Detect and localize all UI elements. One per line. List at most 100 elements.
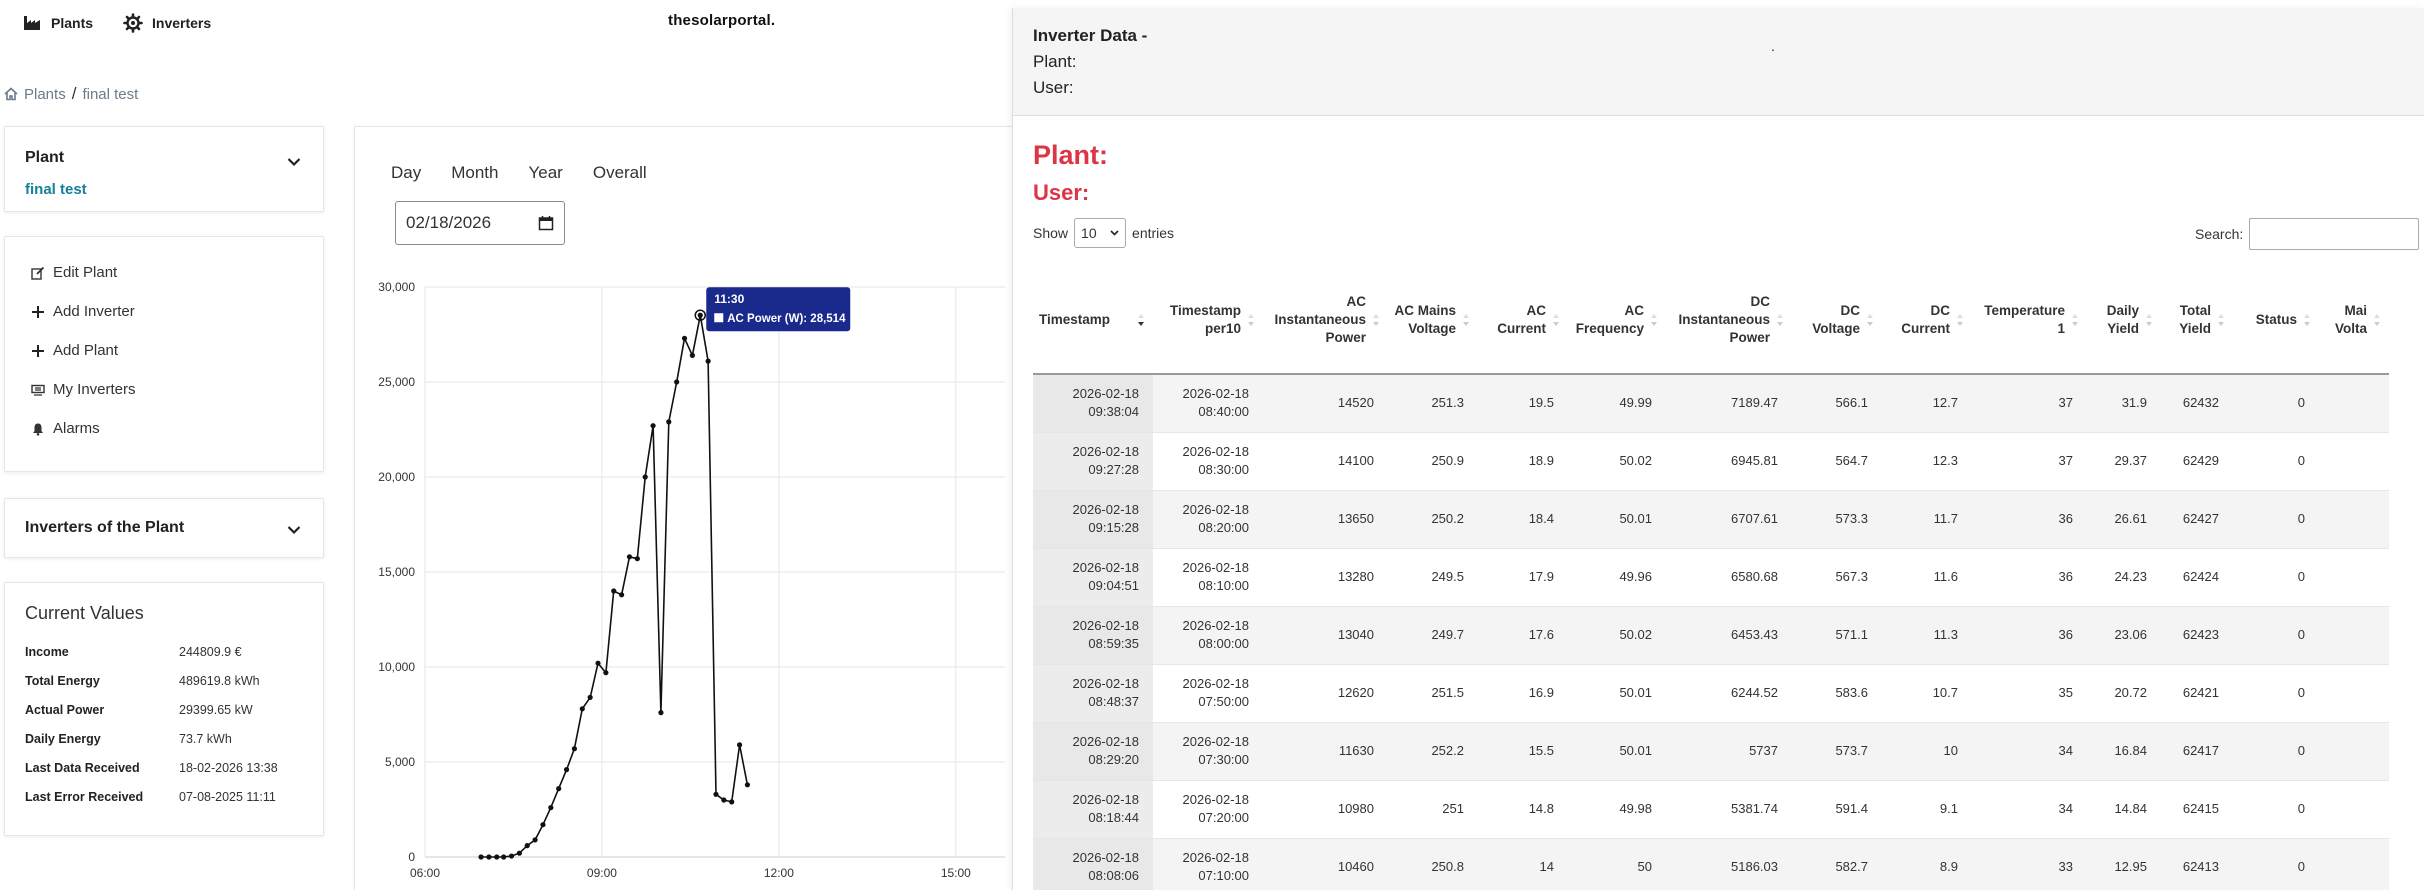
- table-cell: 18.4: [1478, 489, 1568, 548]
- data-point[interactable]: [587, 694, 593, 700]
- table-row[interactable]: 2026-02-18 08:08:06 2026-02-18 07:10:00 10…: [1033, 837, 2389, 890]
- add-plant-link[interactable]: Add Plant: [31, 342, 118, 359]
- data-point[interactable]: [524, 843, 530, 849]
- data-point[interactable]: [634, 556, 640, 562]
- column-header[interactable]: DC Instantaneous Power: [1666, 266, 1792, 375]
- table-cell: 62413: [2161, 837, 2233, 890]
- table-row[interactable]: 2026-02-18 08:48:37 2026-02-18 07:50:00 12…: [1033, 663, 2389, 722]
- y-tick-label: 25,000: [378, 375, 415, 389]
- my-inverters-label: My Inverters: [53, 381, 136, 398]
- data-point[interactable]: [721, 797, 727, 803]
- data-point[interactable]: [579, 706, 585, 712]
- data-point[interactable]: [666, 419, 672, 425]
- gear-icon: [123, 13, 143, 33]
- data-point[interactable]: [744, 782, 751, 788]
- table-cell: [2319, 431, 2389, 490]
- column-header[interactable]: Mai Volta: [2319, 266, 2389, 375]
- column-header[interactable]: AC Frequency: [1568, 266, 1666, 375]
- column-header[interactable]: AC Mains Voltage: [1388, 266, 1478, 375]
- search-input[interactable]: [2249, 218, 2420, 250]
- data-point[interactable]: [603, 670, 609, 676]
- data-point[interactable]: [508, 853, 515, 859]
- data-point[interactable]: [611, 588, 617, 594]
- data-point[interactable]: [713, 791, 719, 797]
- nav-inverters[interactable]: Inverters: [123, 13, 211, 33]
- data-point[interactable]: [540, 822, 546, 828]
- table-cell: [2319, 721, 2389, 780]
- data-point[interactable]: [501, 854, 507, 860]
- column-header[interactable]: DC Current: [1882, 266, 1972, 375]
- table-row[interactable]: 2026-02-18 08:29:20 2026-02-18 07:30:00 11…: [1033, 721, 2389, 780]
- data-point[interactable]: [626, 554, 633, 560]
- table-cell: 17.9: [1478, 547, 1568, 606]
- edit-plant-link[interactable]: Edit Plant: [31, 264, 117, 281]
- data-point[interactable]: [689, 352, 695, 358]
- data-point[interactable]: [494, 854, 500, 860]
- data-point[interactable]: [556, 786, 562, 792]
- chevron-down-icon[interactable]: [287, 525, 301, 535]
- column-header[interactable]: Total Yield: [2161, 266, 2233, 375]
- tab-month[interactable]: Month: [451, 163, 498, 183]
- nav-plants[interactable]: Plants: [22, 13, 93, 33]
- tab-overall[interactable]: Overall: [593, 163, 647, 183]
- my-inverters-link[interactable]: My Inverters: [31, 381, 136, 398]
- alarms-link[interactable]: Alarms: [31, 420, 100, 437]
- table-cell: 2026-02-18 07:50:00: [1153, 663, 1263, 722]
- data-point[interactable]: [697, 312, 703, 318]
- column-header[interactable]: DC Voltage: [1792, 266, 1882, 375]
- data-point[interactable]: [681, 335, 688, 341]
- table-cell: [2319, 489, 2389, 548]
- data-point[interactable]: [658, 710, 664, 716]
- calendar-icon[interactable]: [538, 215, 554, 231]
- entries-select[interactable]: 10: [1074, 218, 1127, 248]
- data-point[interactable]: [650, 423, 656, 429]
- table-cell: 583.6: [1792, 663, 1882, 722]
- data-point[interactable]: [642, 474, 648, 480]
- edit-icon: [31, 266, 45, 280]
- data-point[interactable]: [595, 660, 601, 666]
- column-header[interactable]: Timestamp: [1033, 266, 1153, 375]
- table-cell: 14.8: [1478, 779, 1568, 838]
- data-point[interactable]: [478, 854, 484, 860]
- table-cell: 7189.47: [1666, 373, 1792, 432]
- date-value: 02/18/2026: [406, 213, 492, 232]
- data-point[interactable]: [736, 742, 743, 748]
- tab-day[interactable]: Day: [391, 163, 421, 183]
- panel-header-dot: .: [1771, 38, 1775, 54]
- data-point[interactable]: [516, 850, 522, 856]
- data-point[interactable]: [532, 837, 538, 843]
- table-row[interactable]: 2026-02-18 09:27:28 2026-02-18 08:30:00 14…: [1033, 431, 2389, 490]
- data-point[interactable]: [548, 805, 554, 811]
- data-point[interactable]: [729, 799, 735, 805]
- table-cell: 14100: [1263, 431, 1388, 490]
- date-input[interactable]: 02/18/2026: [395, 201, 565, 245]
- tab-year[interactable]: Year: [528, 163, 562, 183]
- column-header[interactable]: Status: [2233, 266, 2319, 375]
- table-cell: 12620: [1263, 663, 1388, 722]
- table-row[interactable]: 2026-02-18 08:59:35 2026-02-18 08:00:00 13…: [1033, 605, 2389, 664]
- table-row[interactable]: 2026-02-18 09:04:51 2026-02-18 08:10:00 13…: [1033, 547, 2389, 606]
- data-point[interactable]: [571, 746, 578, 752]
- add-inverter-link[interactable]: Add Inverter: [31, 303, 135, 320]
- column-header[interactable]: AC Current: [1478, 266, 1568, 375]
- column-header[interactable]: AC Instantaneous Power: [1263, 266, 1388, 375]
- column-header[interactable]: Temperature 1: [1972, 266, 2087, 375]
- chevron-down-icon[interactable]: [287, 157, 301, 167]
- table-row[interactable]: 2026-02-18 09:38:04 2026-02-18 08:40:00 14…: [1033, 373, 2389, 432]
- data-point[interactable]: [674, 379, 680, 385]
- power-chart[interactable]: 0 5,000 10,000 15,000 20,000 25,000 30,000 06:0…: [355, 257, 1015, 890]
- table-row[interactable]: 2026-02-18 09:15:28 2026-02-18 08:20:00 13…: [1033, 489, 2389, 548]
- table-cell: 34: [1972, 721, 2087, 780]
- breadcrumb-home-link[interactable]: Plants: [24, 86, 66, 103]
- data-point[interactable]: [705, 358, 711, 364]
- column-header[interactable]: Daily Yield: [2087, 266, 2161, 375]
- breadcrumb-current[interactable]: final test: [82, 86, 138, 103]
- data-point[interactable]: [563, 767, 570, 773]
- data-point[interactable]: [619, 592, 625, 598]
- table-row[interactable]: 2026-02-18 08:18:44 2026-02-18 07:20:00 10…: [1033, 779, 2389, 838]
- table-cell: 16.9: [1478, 663, 1568, 722]
- column-header[interactable]: Timestamp per10: [1153, 266, 1263, 375]
- plant-name-link[interactable]: final test: [25, 181, 87, 198]
- data-point[interactable]: [486, 854, 492, 860]
- brand-logo[interactable]: thesolarportal.: [668, 12, 775, 29]
